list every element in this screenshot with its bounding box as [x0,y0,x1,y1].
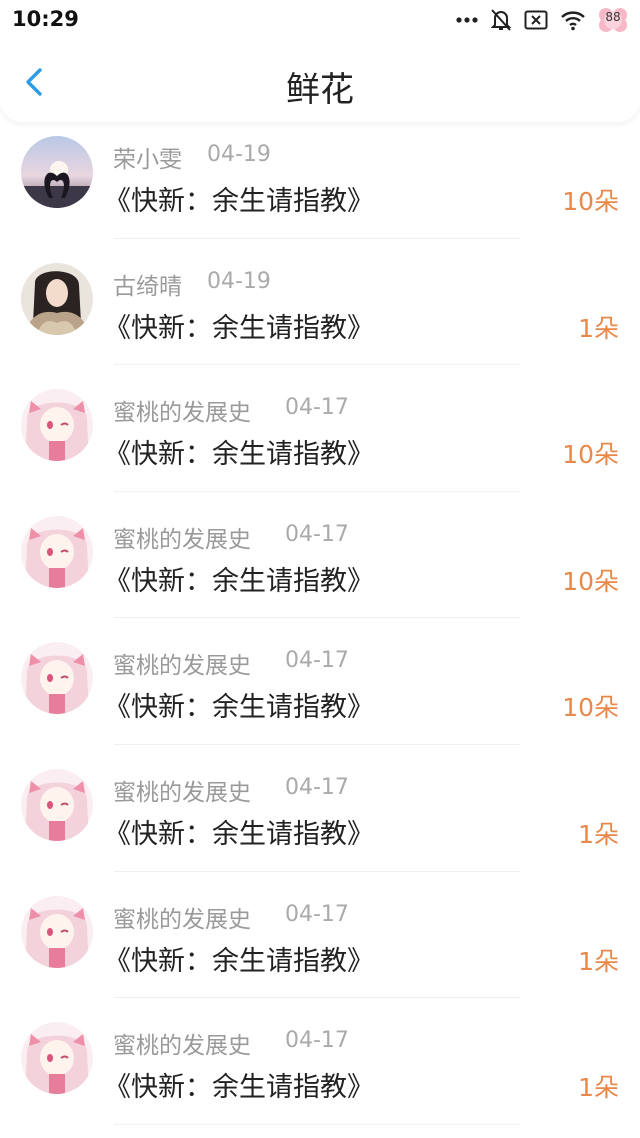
sim-x-icon [524,10,548,30]
list-item[interactable]: 蜜桃的发展史 04-17 《快新：余生请指教》 10朵 [0,492,640,619]
list-item[interactable]: 蜜桃的发展史 04-17 《快新：余生请指教》 10朵 [0,618,640,745]
bell-muted-icon [490,8,512,32]
date-text: 04-17 [285,648,349,674]
user-name: 蜜桃的发展史 [113,653,251,680]
user-name: 古绮晴 [113,273,182,300]
avatar[interactable] [21,136,93,208]
date-text: 04-19 [207,268,271,294]
header: 鲜花 [0,40,640,122]
flower-count: 10朵 [562,566,619,596]
user-name: 蜜桃的发展史 [113,906,251,933]
avatar[interactable] [21,895,93,968]
flower-count: 10朵 [562,440,619,470]
date-text: 04-17 [285,1028,349,1054]
date-text: 04-19 [207,142,271,167]
avatar[interactable] [21,1022,93,1095]
page-title: 鲜花 [286,70,354,110]
status-icons: 88 [456,6,628,34]
user-name: 蜜桃的发展史 [113,1033,251,1060]
wifi-icon [560,9,586,31]
date-text: 04-17 [285,521,349,547]
date-text: 04-17 [285,901,349,927]
book-title[interactable]: 《快新：余生请指教》 [104,812,374,851]
battery-level: 88 [605,10,621,24]
date-text: 04-17 [285,774,349,800]
book-title[interactable]: 《快新：余生请指教》 [104,559,374,598]
list-item[interactable]: 蜜桃的发展史 04-17 《快新：余生请指教》 10朵 [0,365,640,492]
book-title[interactable]: 《快新：余生请指教》 [104,306,374,345]
flower-count: 1朵 [578,1073,619,1103]
book-title[interactable]: 《快新：余生请指教》 [104,179,374,218]
book-title[interactable]: 《快新：余生请指教》 [104,432,374,471]
book-title[interactable]: 《快新：余生请指教》 [104,939,374,978]
user-name: 蜜桃的发展史 [113,400,251,427]
flower-list: 荣小雯 04-19 《快新：余生请指教》 10朵 古绮晴 04-19 《快新：余… [0,112,640,1125]
status-bar: 10:29 88 [0,0,640,40]
flower-count: 1朵 [578,313,619,343]
list-item[interactable]: 蜜桃的发展史 04-17 《快新：余生请指教》 1朵 [0,745,640,872]
list-item[interactable]: 荣小雯 04-19 《快新：余生请指教》 10朵 [0,112,640,239]
date-text: 04-17 [285,395,349,421]
flower-count: 10朵 [562,187,619,216]
user-name: 蜜桃的发展史 [113,779,251,806]
book-title[interactable]: 《快新：余生请指教》 [104,685,374,724]
avatar[interactable] [21,389,93,462]
avatar[interactable] [21,262,93,335]
avatar[interactable] [21,768,93,841]
user-name: 蜜桃的发展史 [113,526,251,553]
flower-count: 10朵 [562,693,619,723]
avatar[interactable] [21,642,93,715]
status-time: 10:29 [12,7,79,31]
battery-icon: 88 [598,7,628,33]
list-item[interactable]: 古绮晴 04-19 《快新：余生请指教》 1朵 [0,239,640,366]
list-item[interactable]: 蜜桃的发展史 04-17 《快新：余生请指教》 1朵 [0,998,640,1125]
list-item[interactable]: 蜜桃的发展史 04-17 《快新：余生请指教》 1朵 [0,872,640,999]
flower-count: 1朵 [578,819,619,849]
avatar[interactable] [21,515,93,588]
flower-count: 1朵 [578,946,619,976]
user-name: 荣小雯 [113,147,182,173]
more-dots-icon [456,17,478,23]
book-title[interactable]: 《快新：余生请指教》 [104,1065,374,1104]
